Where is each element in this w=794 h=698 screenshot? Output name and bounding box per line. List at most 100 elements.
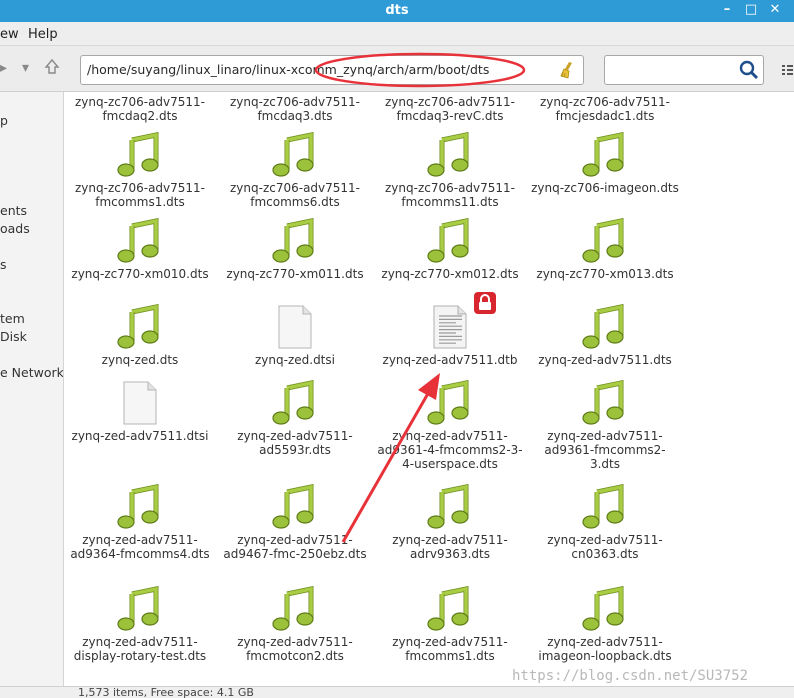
audio-file-icon [116, 585, 164, 632]
file-name: zynq-zc770-xm013.dts [536, 267, 674, 281]
file-name: zynq-zed-adv7511-fmcomms1.dts [392, 635, 508, 663]
file-item[interactable]: zynq-zc706-adv7511-fmcomms6.dts [220, 131, 370, 209]
file-item[interactable]: zynq-zed-adv7511-display-rotary-test.dts [65, 585, 215, 663]
file-name: zynq-zc770-xm012.dts [381, 267, 519, 281]
file-name: zynq-zc706-adv7511-fmcdaq3.dts [229, 95, 361, 123]
audio-file-icon [116, 131, 164, 178]
audio-file-icon [271, 379, 319, 426]
file-item[interactable]: zynq-zc706-adv7511-fmcdaq3.dts [220, 92, 370, 123]
file-item[interactable]: zynq-zed-adv7511-fmcomms1.dts [375, 585, 525, 663]
sidebar-item[interactable]: Disk [0, 329, 27, 344]
audio-file-icon [116, 217, 164, 264]
file-name: zynq-zc706-adv7511-fmcomms1.dts [74, 181, 206, 209]
file-name: zynq-zc770-xm011.dts [226, 267, 364, 281]
search-input[interactable] [604, 55, 764, 85]
view-options-icon[interactable] [780, 63, 794, 80]
file-item[interactable]: zynq-zc706-adv7511-fmcomms11.dts [375, 131, 525, 209]
file-item[interactable]: zynq-zc706-adv7511-fmcomms1.dts [65, 131, 215, 209]
maximize-icon[interactable]: □ [742, 1, 760, 19]
sidebar-item[interactable]: p [0, 113, 8, 128]
file-item[interactable]: zynq-zed-adv7511-ad9361-fmcomms2-3.dts [530, 379, 680, 471]
file-name: zynq-zed-adv7511.dtsi [71, 429, 209, 443]
clear-location-icon[interactable] [559, 60, 577, 83]
file-item[interactable]: zynq-zc706-adv7511-fmcdaq3-revC.dts [375, 92, 525, 123]
history-dropdown-icon[interactable]: ▾ [22, 60, 29, 76]
file-name: zynq-zed-adv7511-adrv9363.dts [392, 533, 508, 561]
audio-file-icon [426, 379, 474, 426]
file-name: zynq-zc706-adv7511-fmcjesdadc1.dts [539, 95, 671, 123]
location-path[interactable]: /home/suyang/linux_linaro/linux-xcomm_zy… [87, 62, 489, 77]
text-file-icon [426, 292, 496, 350]
watermark-text: https://blog.csdn.net/SU3752 [512, 668, 749, 684]
audio-file-icon [581, 585, 629, 632]
file-item[interactable]: zynq-zed-adv7511-ad9467-fmc-250ebz.dts [220, 483, 370, 561]
audio-file-icon [581, 483, 629, 530]
file-item[interactable]: zynq-zed.dts [65, 303, 215, 367]
file-item[interactable]: zynq-zc770-xm012.dts [375, 217, 525, 281]
title-bar: dts – □ ✕ [0, 0, 794, 22]
audio-file-icon [581, 217, 629, 264]
file-name: zynq-zc706-adv7511-fmcdaq3-revC.dts [384, 95, 516, 123]
file-item[interactable]: zynq-zed-adv7511.dtb [375, 292, 525, 367]
parent-folder-icon[interactable] [44, 58, 60, 80]
file-name: zynq-zc770-xm010.dts [71, 267, 209, 281]
sidebar-item[interactable]: s [0, 257, 7, 272]
audio-file-icon [116, 303, 164, 350]
file-item[interactable]: zynq-zed-adv7511-fmcmotcon2.dts [220, 585, 370, 663]
file-item[interactable]: zynq-zed-adv7511-imageon-loopback.dts [530, 585, 680, 663]
audio-file-icon [271, 131, 319, 178]
file-name: zynq-zed-adv7511-ad5593r.dts [237, 429, 353, 457]
status-text: 1,573 items, Free space: 4.1 GB [78, 686, 254, 698]
file-item[interactable]: zynq-zed-adv7511.dtsi [65, 380, 215, 443]
file-item[interactable]: zynq-zed-adv7511.dts [530, 303, 680, 367]
menu-view[interactable]: ew [0, 27, 19, 42]
file-item[interactable]: zynq-zc770-xm010.dts [65, 217, 215, 281]
file-item[interactable]: zynq-zc770-xm013.dts [530, 217, 680, 281]
blank-file-icon [271, 304, 319, 350]
file-name: zynq-zed-adv7511-ad9467-fmc-250ebz.dts [223, 533, 367, 561]
file-grid: zynq-zc706-adv7511-fmcdaq2.dts zynq-zc706… [65, 92, 794, 686]
file-item[interactable]: zynq-zc706-adv7511-fmcdaq2.dts [65, 92, 215, 123]
file-name: zynq-zc706-imageon.dts [531, 181, 679, 195]
file-item[interactable]: zynq-zed-adv7511-adrv9363.dts [375, 483, 525, 561]
audio-file-icon [426, 585, 474, 632]
file-item[interactable]: zynq-zc706-adv7511-fmcjesdadc1.dts [530, 92, 680, 123]
close-icon[interactable]: ✕ [766, 1, 784, 19]
audio-file-icon [426, 217, 474, 264]
window-title: dts [385, 3, 409, 18]
file-item[interactable]: zynq-zed.dtsi [220, 304, 370, 367]
sidebar-item[interactable]: oads [0, 221, 30, 236]
file-item[interactable]: zynq-zc706-imageon.dts [530, 131, 680, 195]
audio-file-icon [581, 303, 629, 350]
lock-icon [474, 292, 496, 317]
menu-bar: ew Help [0, 22, 794, 46]
audio-file-icon [271, 585, 319, 632]
audio-file-icon [271, 483, 319, 530]
audio-file-icon [581, 131, 629, 178]
file-name: zynq-zed.dtsi [255, 353, 335, 367]
sidebar-item[interactable]: ents [0, 203, 27, 218]
forward-icon[interactable]: ▸ [0, 60, 7, 76]
file-name: zynq-zc706-adv7511-fmcomms11.dts [384, 181, 516, 209]
minimize-icon[interactable]: – [718, 1, 736, 19]
file-name: zynq-zed-adv7511-ad9364-fmcomms4.dts [70, 533, 210, 561]
file-item[interactable]: zynq-zc770-xm011.dts [220, 217, 370, 281]
location-bar[interactable]: /home/suyang/linux_linaro/linux-xcomm_zy… [80, 55, 584, 85]
audio-file-icon [426, 483, 474, 530]
file-item[interactable]: zynq-zed-adv7511-ad9364-fmcomms4.dts [65, 483, 215, 561]
file-item[interactable]: zynq-zed-adv7511-ad5593r.dts [220, 379, 370, 457]
menu-help[interactable]: Help [28, 27, 58, 42]
file-name: zynq-zed-adv7511.dts [538, 353, 672, 367]
file-item[interactable]: zynq-zed-adv7511-cn0363.dts [530, 483, 680, 561]
places-sidebar: p ents oads s tem Disk e Network [0, 92, 64, 686]
audio-file-icon [271, 217, 319, 264]
file-name: zynq-zed-adv7511-ad9361-4-fmcomms2-3-4-u… [377, 429, 523, 471]
sidebar-item[interactable]: tem [0, 311, 25, 326]
blank-file-icon [116, 380, 164, 426]
status-bar: 1,573 items, Free space: 4.1 GB [0, 686, 794, 698]
audio-file-icon [581, 379, 629, 426]
search-icon[interactable] [738, 59, 760, 84]
sidebar-item[interactable]: e Network [0, 365, 63, 380]
file-item[interactable]: zynq-zed-adv7511-ad9361-4-fmcomms2-3-4-u… [375, 379, 525, 471]
audio-file-icon [116, 483, 164, 530]
